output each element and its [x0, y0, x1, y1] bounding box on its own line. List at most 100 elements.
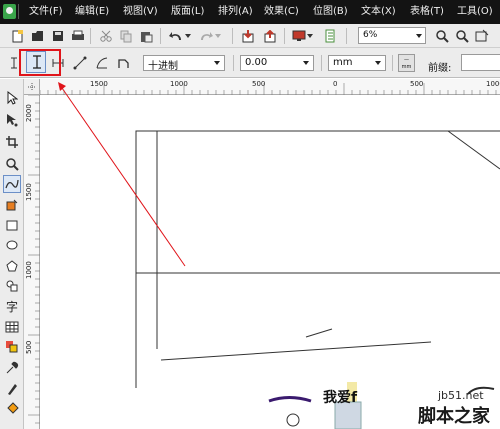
artwork-text: 我爱f: [323, 390, 358, 406]
dimension-style-value: 十进制: [148, 61, 178, 72]
watermark-domain: jb51.net: [438, 389, 484, 402]
menu-bitmaps[interactable]: 位图(B): [313, 6, 348, 18]
chevron-down-icon: [214, 61, 220, 65]
eyedropper-tool-icon[interactable]: [3, 359, 21, 377]
ruler-label: 1000: [486, 80, 500, 88]
show-units-toggle[interactable]: — mm: [398, 54, 415, 72]
undo-dropdown-icon[interactable]: [184, 28, 192, 44]
vertical-ruler[interactable]: 2000 1500 1000 500: [24, 95, 40, 429]
crop-tool-icon[interactable]: [3, 133, 21, 151]
units-toggle-bottom: mm: [401, 64, 412, 70]
ruler-label: 1000: [170, 80, 188, 88]
freehand-tool-icon[interactable]: [3, 175, 21, 193]
open-folder-icon[interactable]: [30, 28, 46, 44]
units-toggle-top: —: [404, 57, 409, 63]
table-tool-icon[interactable]: [3, 318, 21, 336]
paste-icon[interactable]: [138, 28, 154, 44]
copy-icon[interactable]: [118, 28, 134, 44]
dimension-units-select[interactable]: mm: [328, 55, 386, 71]
rectangle-tool-icon[interactable]: [3, 216, 21, 234]
import-icon[interactable]: [240, 28, 256, 44]
drawing-artwork: [135, 130, 500, 429]
menu-edit[interactable]: 编辑(E): [75, 6, 109, 18]
redo-icon[interactable]: [198, 28, 214, 44]
slanted-dimension-icon[interactable]: [72, 55, 88, 71]
menu-effects[interactable]: 效果(C): [264, 6, 299, 18]
ruler-label: 0: [333, 80, 338, 88]
menu-separator: [18, 4, 19, 19]
menu-table[interactable]: 表格(T): [410, 6, 444, 18]
drawing-line-short: [305, 328, 333, 338]
coreldraw-logo-icon: [3, 4, 16, 19]
prefix-input[interactable]: [461, 54, 500, 71]
ruler-label: 2000: [25, 104, 33, 122]
ruler-label: 500: [410, 80, 424, 88]
dimension-style-select[interactable]: 十进制: [143, 55, 225, 72]
outline-tool-icon[interactable]: [3, 380, 21, 398]
zoom-to-page-icon[interactable]: [454, 28, 470, 44]
print-icon[interactable]: [70, 28, 86, 44]
watermark-site-name: 脚本之家: [418, 406, 490, 427]
toolbar-separator: [90, 28, 91, 44]
zoom-level-value: 6%: [363, 30, 378, 40]
zoom-level-select[interactable]: 6%: [358, 27, 426, 44]
interactive-effects-tool-icon[interactable]: [3, 338, 21, 356]
snap-to-icon[interactable]: [474, 28, 490, 44]
menu-tools[interactable]: 工具(O): [457, 6, 493, 18]
toolbar-separator: [321, 55, 322, 71]
smart-fill-tool-icon[interactable]: [3, 196, 21, 214]
ellipse-tool-icon[interactable]: [3, 236, 21, 254]
application-launcher-icon[interactable]: [291, 28, 307, 44]
prefix-label: 前缀:: [428, 63, 452, 74]
zoom-in-icon[interactable]: [434, 28, 450, 44]
menu-text[interactable]: 文本(X): [361, 6, 396, 18]
pick-tool-icon[interactable]: [3, 89, 21, 107]
artwork-ornament: [286, 413, 300, 427]
toolbar-separator: [232, 28, 233, 44]
standard-toolbar: 6%: [0, 24, 500, 48]
new-document-icon[interactable]: [10, 28, 26, 44]
fill-tool-icon[interactable]: [3, 400, 21, 418]
zoom-tool-icon[interactable]: [3, 155, 21, 173]
ruler-origin-icon: [28, 83, 36, 91]
ruler-origin-corner[interactable]: [24, 79, 40, 95]
menu-file[interactable]: 文件(F): [29, 6, 63, 18]
export-icon[interactable]: [262, 28, 278, 44]
menu-view[interactable]: 视图(V): [123, 6, 158, 18]
menu-bar: 文件(F) 编辑(E) 视图(V) 版面(L) 排列(A) 效果(C) 位图(B…: [0, 0, 500, 24]
angular-dimension-icon[interactable]: [94, 55, 110, 71]
ruler-label: 500: [252, 80, 266, 88]
artwork-brush-stroke: [268, 396, 312, 403]
toolbar-separator: [346, 28, 347, 44]
menu-layout[interactable]: 版面(L): [171, 6, 204, 18]
welcome-screen-icon[interactable]: [322, 28, 338, 44]
annotation-highlight-box: [19, 49, 61, 76]
dimension-precision-select[interactable]: 0.00: [240, 55, 314, 71]
drawing-canvas[interactable]: [41, 96, 500, 429]
horizontal-ruler[interactable]: 1500 1000 500 0 500 1000: [24, 79, 500, 95]
callout-tool-icon[interactable]: [115, 55, 131, 71]
precision-value: 0.00: [245, 57, 268, 68]
toolbar-separator: [392, 55, 393, 71]
save-icon[interactable]: [50, 28, 66, 44]
ruler-label: 1500: [25, 183, 33, 201]
ruler-label: 500: [25, 340, 33, 354]
svg-text:字: 字: [6, 299, 18, 313]
toolbar-separator: [233, 55, 234, 71]
launcher-dropdown-icon[interactable]: [306, 28, 314, 44]
text-tool-icon[interactable]: 字: [3, 297, 21, 315]
chevron-down-icon: [416, 34, 422, 38]
drawing-line-diagonal: [447, 130, 500, 170]
property-bar: 十进制 0.00 mm — mm 前缀:: [0, 48, 500, 78]
units-value: mm: [333, 57, 353, 68]
polygon-tool-icon[interactable]: [3, 257, 21, 275]
toolbar-separator: [160, 28, 161, 44]
cut-icon[interactable]: [98, 28, 114, 44]
undo-icon[interactable]: [168, 28, 184, 44]
basic-shapes-tool-icon[interactable]: [3, 277, 21, 295]
chevron-down-icon: [303, 61, 309, 65]
shape-tool-icon[interactable]: [3, 111, 21, 129]
menu-arrange[interactable]: 排列(A): [218, 6, 253, 18]
redo-dropdown-icon[interactable]: [214, 28, 222, 44]
drawing-rectangle: [135, 130, 500, 274]
